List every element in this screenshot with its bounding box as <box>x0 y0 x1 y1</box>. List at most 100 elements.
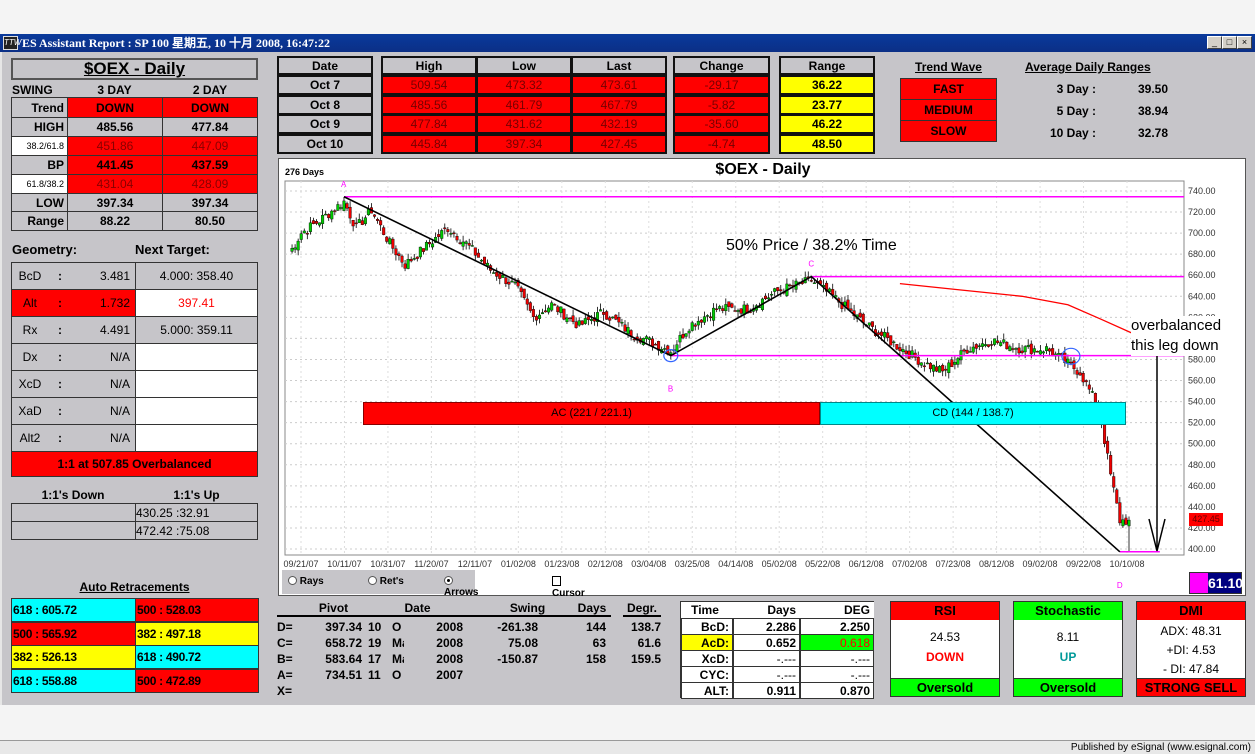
geometry-value: 1.732 <box>99 296 130 310</box>
pivot-cell: 11 <box>368 668 381 682</box>
time-cell: XcD: <box>681 650 733 667</box>
candle-body <box>886 332 890 338</box>
candle-body <box>376 219 380 221</box>
swing-2day-value: 397.34 <box>162 193 258 212</box>
pivot-cell: 61.6 <box>637 636 661 650</box>
option-rets[interactable]: Ret's <box>368 575 404 587</box>
candle-body <box>620 322 624 324</box>
trend-wave-fast: FAST <box>900 78 997 100</box>
option-rays[interactable]: Rays <box>288 575 324 587</box>
candle-body <box>727 301 731 307</box>
pivot-cell: 17 <box>368 652 382 666</box>
candle-body <box>501 275 505 278</box>
candle-body <box>586 316 590 320</box>
candle-body <box>996 340 1000 343</box>
avg-ranges-title: Average Daily Ranges <box>1025 60 1151 74</box>
checkbox-icon[interactable] <box>552 576 561 588</box>
candle-body <box>599 309 603 312</box>
symbol-title: $OEX - Daily <box>11 58 258 80</box>
candle-body <box>363 217 367 225</box>
x-tick-label: 06/12/08 <box>849 559 884 569</box>
candle-body <box>412 258 416 260</box>
candle-body <box>770 293 774 296</box>
candle-body <box>1081 373 1085 383</box>
daily-low-cell: 461.79 <box>476 94 572 115</box>
time-cell: AcD: <box>681 634 733 651</box>
y-tick-label: 720.00 <box>1188 207 1216 217</box>
cd-time-bar: CD (144 / 138.7) <box>820 402 1126 425</box>
candle-body <box>1035 351 1039 353</box>
pivot-cell: D= <box>277 620 293 634</box>
close-button[interactable]: × <box>1237 36 1252 49</box>
geometry-name: XcD <box>18 377 42 391</box>
retracement-cell: 382 : 497.18 <box>135 621 259 646</box>
candle-body <box>889 335 893 346</box>
retracement-cell: 382 : 526.13 <box>11 645 136 669</box>
trend-wave-medium: MEDIUM <box>900 99 997 121</box>
candle-body <box>1106 440 1110 454</box>
daily-low-cell: 431.62 <box>476 114 572 134</box>
candle-body <box>938 366 942 373</box>
candle-body <box>932 364 936 372</box>
x-tick-label: 07/02/08 <box>892 559 927 569</box>
geometry-row: BcD: 3.481 <box>11 262 136 290</box>
candle-body <box>730 303 734 308</box>
radio-icon[interactable] <box>288 576 297 587</box>
swing-row-label: HIGH <box>11 117 68 137</box>
price-chart[interactable]: 740.00720.00700.00680.00660.00640.00620.… <box>278 158 1246 599</box>
time-cell: 2.286 <box>733 618 800 635</box>
option-cursor[interactable]: Cursor <box>552 575 585 599</box>
candle-body <box>403 263 407 269</box>
daily-range-cell: 36.22 <box>779 75 875 95</box>
chart-canvas[interactable]: 740.00720.00700.00680.00660.00640.00620.… <box>279 159 1245 595</box>
candle-body <box>580 320 584 325</box>
radio-icon[interactable] <box>368 576 377 587</box>
candle-body <box>892 341 896 344</box>
app-icon: TTW <box>3 36 21 50</box>
daily-date-cell: Oct 7 <box>277 75 373 95</box>
candle-body <box>980 343 984 347</box>
geometry-value: N/A <box>109 404 130 418</box>
candle-body <box>935 366 939 372</box>
overbalanced-note: overbalanced this leg down <box>1131 316 1222 356</box>
candle-body <box>336 204 340 211</box>
minimize-button[interactable]: _ <box>1207 36 1222 49</box>
auto-retracements-label: Auto Retracements <box>79 580 190 594</box>
retracement-cell: 500 : 472.89 <box>135 668 259 693</box>
candle-body <box>611 316 615 319</box>
candle-body <box>385 236 389 242</box>
y-tick-label: 700.00 <box>1188 228 1216 238</box>
option-arrows[interactable]: Arrows <box>444 575 478 598</box>
x-tick-label: 03/25/08 <box>675 559 710 569</box>
candle-body <box>947 362 951 374</box>
geometry-value: N/A <box>109 377 130 391</box>
candle-body <box>898 347 902 352</box>
indicator-title: DMI <box>1137 602 1245 620</box>
overbalanced-banner: 1:1 at 507.85 Overbalanced <box>11 451 258 477</box>
candle-body <box>702 316 706 323</box>
window-title: ES Assistant Report : SP 100 星期五, 10 十月 … <box>0 34 1255 52</box>
candle-body <box>452 232 456 235</box>
candle-body <box>644 336 648 340</box>
radio-icon[interactable] <box>444 576 453 587</box>
time-header: DEG <box>800 602 874 618</box>
x-tick-label: 11/20/07 <box>414 559 448 569</box>
candle-body <box>541 312 545 315</box>
maximize-button[interactable]: □ <box>1222 36 1237 49</box>
option-label: Arrows <box>444 587 479 598</box>
candle-body <box>709 316 713 319</box>
candle-body <box>699 319 703 323</box>
candle-body <box>1011 348 1015 350</box>
geometry-target <box>135 397 258 425</box>
candle-body <box>1090 391 1094 393</box>
option-label: Rays <box>299 576 324 587</box>
y-tick-label: 520.00 <box>1188 418 1216 428</box>
daily-header-change: Change <box>673 56 770 75</box>
trend-wave-title: Trend Wave <box>915 60 982 74</box>
candle-body <box>669 352 673 355</box>
candle-body <box>443 227 447 230</box>
time-cell: 0.870 <box>800 682 874 699</box>
ones-up-value: 430.25 :32.91 <box>135 503 258 522</box>
candle-body <box>409 259 413 262</box>
swing-3day-value: 485.56 <box>67 117 163 137</box>
